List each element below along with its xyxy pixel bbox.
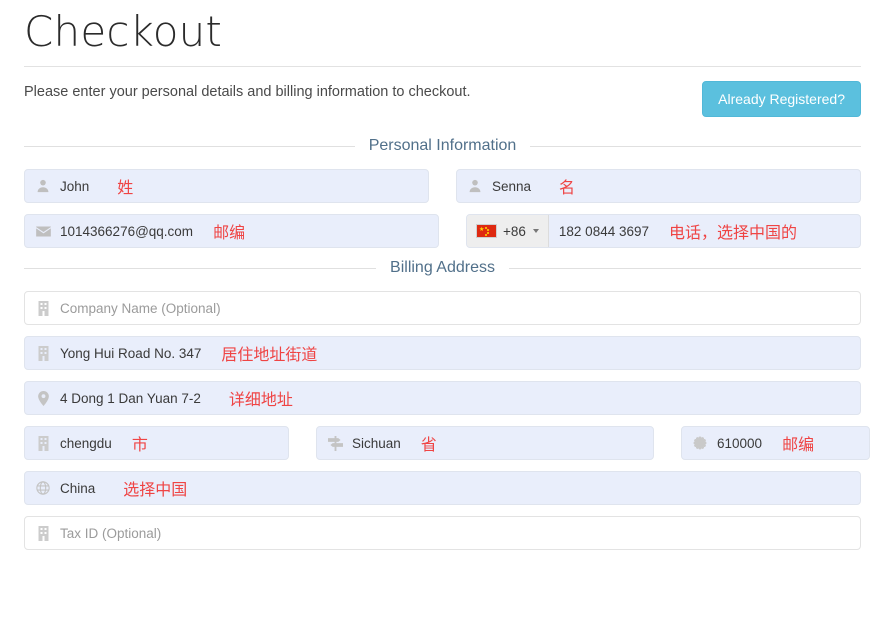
company-row: Company Name (Optional) [24,291,861,325]
contact-row: 1014366276@qq.com 邮编 ★ +86 182 0844 3697… [24,214,861,248]
email-value: 1014366276@qq.com [60,224,193,239]
company-name-field[interactable]: Company Name (Optional) [24,291,861,325]
address-line-2-value: 4 Dong 1 Dan Yuan 7-2 [60,391,201,406]
checkout-page: Checkout Please enter your personal deta… [0,10,885,636]
last-name-value: Senna [492,179,531,194]
phone-field[interactable]: ★ +86 182 0844 3697 电话，选择中国的 [466,214,861,248]
address-line-2-field[interactable]: 4 Dong 1 Dan Yuan 7-2 详细地址 [24,381,861,415]
phone-input[interactable]: 182 0844 3697 电话，选择中国的 [549,219,860,243]
title-divider [24,66,861,67]
zip-field[interactable]: 610000 邮编 [681,426,870,460]
building-icon [35,435,51,451]
zip-value: 610000 [717,436,762,451]
tax-id-placeholder: Tax ID (Optional) [60,526,161,541]
globe-icon [35,480,51,496]
address-line-1-field[interactable]: Yong Hui Road No. 347 居住地址街道 [24,336,861,370]
name-row: John 姓 Senna 名 [24,169,861,203]
building-icon [35,345,51,361]
dial-code-value: +86 [503,224,526,239]
state-value: Sichuan [352,436,401,451]
city-state-zip-row: chengdu 市 Sichuan 省 610000 邮编 [24,426,861,460]
divider-line-left [24,146,355,147]
last-name-annotation: 名 [559,174,575,198]
map-marker-icon [35,390,51,406]
last-name-field[interactable]: Senna 名 [456,169,861,203]
first-name-value: John [60,179,89,194]
country-row: China 选择中国 [24,471,861,505]
address-line-1-annotation: 居住地址街道 [221,341,317,365]
building-icon [35,300,51,316]
state-annotation: 省 [421,431,437,455]
address-line-2-row: 4 Dong 1 Dan Yuan 7-2 详细地址 [24,381,861,415]
country-code-selector[interactable]: ★ +86 [467,215,549,247]
divider-line-right [509,268,861,269]
phone-value: 182 0844 3697 [559,224,649,239]
map-signs-icon [327,435,343,451]
section-title-personal-information: Personal Information [369,137,517,155]
city-field[interactable]: chengdu 市 [24,426,289,460]
email-field[interactable]: 1014366276@qq.com 邮编 [24,214,439,248]
country-field[interactable]: China 选择中国 [24,471,861,505]
envelope-icon [35,223,51,239]
tax-id-field[interactable]: Tax ID (Optional) [24,516,861,550]
intro-row: Please enter your personal details and b… [24,81,861,127]
intro-text: Please enter your personal details and b… [24,81,471,102]
flag-star-small [487,232,489,234]
section-header-personal-information: Personal Information [24,137,861,155]
first-name-annotation: 姓 [117,174,133,198]
divider-line-left [24,268,376,269]
asterisk-icon [692,435,708,451]
flag-star-large: ★ [479,228,484,233]
zip-annotation: 邮编 [782,431,814,455]
phone-annotation: 电话，选择中国的 [669,219,797,243]
section-title-billing-address: Billing Address [390,259,495,277]
already-registered-button[interactable]: Already Registered? [702,81,861,117]
company-name-placeholder: Company Name (Optional) [60,301,221,316]
email-annotation: 邮编 [213,219,245,243]
section-header-billing-address: Billing Address [24,259,861,277]
user-icon [35,178,51,194]
country-value: China [60,481,95,496]
address-line-1-row: Yong Hui Road No. 347 居住地址街道 [24,336,861,370]
country-annotation: 选择中国 [123,476,187,500]
user-icon [467,178,483,194]
address-line-1-value: Yong Hui Road No. 347 [60,346,201,361]
city-value: chengdu [60,436,112,451]
state-field[interactable]: Sichuan 省 [316,426,654,460]
first-name-field[interactable]: John 姓 [24,169,429,203]
flag-china-icon: ★ [476,224,497,238]
flag-star-small [485,234,487,236]
page-title: Checkout [24,10,861,54]
divider-line-right [530,146,861,147]
building-icon [35,525,51,541]
address-line-2-annotation: 详细地址 [229,386,293,410]
chevron-down-icon [533,229,539,233]
flag-star-small [487,229,489,231]
city-annotation: 市 [132,431,148,455]
tax-id-row: Tax ID (Optional) [24,516,861,550]
